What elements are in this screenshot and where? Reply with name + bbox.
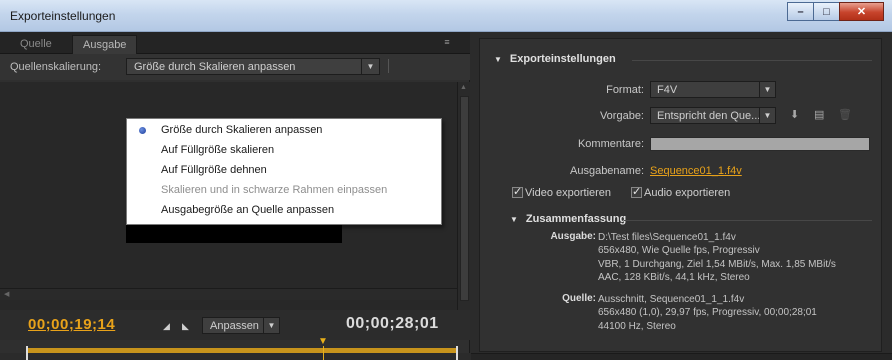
menu-item[interactable]: Größe durch Skalieren anpassen bbox=[127, 121, 441, 141]
selected-bullet-icon bbox=[139, 127, 146, 134]
scroll-thumb[interactable] bbox=[460, 96, 469, 301]
tab-output[interactable]: Ausgabe bbox=[72, 35, 138, 54]
scroll-up-icon[interactable]: ▲ bbox=[460, 84, 467, 91]
summary-output-value: D:\Test files\Sequence01_1.f4v 656x480, … bbox=[598, 232, 836, 283]
checkbox-label: Audio exportieren bbox=[644, 187, 731, 199]
timeline-track bbox=[0, 353, 470, 360]
summary-source-value: Ausschnitt, Sequence01_1_1.f4v 656x480 (… bbox=[598, 294, 817, 332]
menu-item-label: Ausgabegröße an Quelle anpassen bbox=[161, 204, 335, 216]
current-timecode[interactable]: 00;00;19;14 bbox=[28, 316, 115, 333]
format-label: Format: bbox=[606, 84, 644, 96]
summary-source-key: Quelle: bbox=[562, 293, 596, 304]
scaling-value: Größe durch Skalieren anpassen bbox=[134, 61, 296, 73]
title-bar: Exporteinstellungen – □ ✕ bbox=[0, 0, 892, 32]
checkbox-checked-icon[interactable] bbox=[512, 185, 523, 198]
divider bbox=[388, 59, 389, 73]
collapse-triangle-icon[interactable]: ▼ bbox=[510, 215, 518, 224]
chevron-down-icon: ▼ bbox=[361, 58, 379, 75]
menu-item-label: Auf Füllgröße dehnen bbox=[161, 164, 267, 176]
horizontal-scrollbar[interactable]: ◀ bbox=[0, 288, 457, 300]
output-name-label: Ausgabename: bbox=[570, 165, 644, 177]
export-settings-header[interactable]: ▼ Exporteinstellungen bbox=[494, 53, 616, 65]
tab-source[interactable]: Quelle bbox=[10, 35, 62, 54]
scaling-label: Quellenskalierung: bbox=[10, 61, 102, 73]
export-audio-checkbox[interactable]: Audio exportieren bbox=[631, 185, 731, 199]
menu-item-label: Größe durch Skalieren anpassen bbox=[161, 124, 323, 136]
maximize-button[interactable]: □ bbox=[813, 2, 840, 21]
scaling-row: Quellenskalierung: Größe durch Skalieren… bbox=[0, 54, 470, 80]
chevron-down-icon: ▼ bbox=[759, 107, 775, 124]
section-divider bbox=[624, 220, 872, 221]
checkbox-label: Video exportieren bbox=[525, 187, 612, 199]
scroll-left-icon[interactable]: ◀ bbox=[4, 290, 9, 298]
window-title: Exporteinstellungen bbox=[10, 9, 116, 23]
checkbox-checked-icon[interactable] bbox=[631, 185, 642, 198]
menu-item-disabled: Skalieren und in schwarze Rahmen einpass… bbox=[127, 181, 441, 201]
export-video-checkbox[interactable]: Video exportieren bbox=[512, 185, 612, 199]
format-dropdown[interactable]: F4V ▼ bbox=[650, 81, 776, 98]
out-point-marker[interactable] bbox=[456, 346, 458, 360]
playhead-line bbox=[323, 346, 324, 360]
scaling-dropdown[interactable]: Größe durch Skalieren anpassen ▼ bbox=[126, 58, 380, 75]
mark-out-icon[interactable]: ◣ bbox=[182, 321, 189, 332]
section-title: Zusammenfassung bbox=[525, 213, 627, 225]
in-point-marker[interactable] bbox=[26, 346, 28, 360]
fit-value: Anpassen bbox=[210, 320, 259, 332]
menu-item[interactable]: Auf Füllgröße dehnen bbox=[127, 161, 441, 181]
vertical-scrollbar[interactable]: ▲ ▼ bbox=[457, 82, 470, 320]
menu-item-label: Skalieren und in schwarze Rahmen einpass… bbox=[161, 184, 388, 196]
format-value: F4V bbox=[657, 84, 678, 96]
close-button[interactable]: ✕ bbox=[839, 2, 884, 21]
mark-in-icon[interactable]: ◢ bbox=[163, 321, 170, 332]
chevron-down-icon: ▼ bbox=[759, 81, 775, 98]
tab-bar: Quelle Ausgabe ≡ bbox=[0, 32, 470, 54]
comments-label: Kommentare: bbox=[577, 138, 644, 150]
preset-dropdown[interactable]: Entspricht den Que... ▼ bbox=[650, 107, 776, 124]
window-controls: – □ ✕ bbox=[787, 2, 884, 21]
menu-item-label: Auf Füllgröße skalieren bbox=[161, 144, 275, 156]
section-title: Exporteinstellungen bbox=[509, 53, 616, 65]
minimize-button[interactable]: – bbox=[787, 2, 814, 21]
delete-preset-icon: 🗑 bbox=[838, 109, 852, 121]
timeline-ruler[interactable] bbox=[26, 348, 458, 353]
comments-field[interactable] bbox=[650, 137, 870, 151]
panel-menu-icon[interactable]: ≡ bbox=[438, 36, 456, 49]
summary-header[interactable]: ▼ Zusammenfassung bbox=[510, 213, 626, 225]
summary-output-key: Ausgabe: bbox=[550, 231, 596, 242]
export-settings-panel: ▼ Exporteinstellungen Format: F4V ▼ Vorga… bbox=[479, 38, 882, 352]
menu-item[interactable]: Auf Füllgröße skalieren bbox=[127, 141, 441, 161]
output-name-link[interactable]: Sequence01_1.f4v bbox=[650, 165, 742, 177]
section-divider bbox=[632, 60, 872, 61]
chevron-down-icon: ▼ bbox=[263, 317, 279, 334]
duration-timecode: 00;00;28;01 bbox=[346, 315, 439, 332]
collapse-triangle-icon[interactable]: ▼ bbox=[494, 55, 502, 64]
import-preset-icon[interactable]: ▤ bbox=[814, 108, 824, 121]
save-preset-icon[interactable]: ⬇ bbox=[790, 108, 799, 121]
settings-pane: ▼ Exporteinstellungen Format: F4V ▼ Vorga… bbox=[471, 32, 892, 360]
fit-dropdown[interactable]: Anpassen ▼ bbox=[202, 317, 280, 334]
bottom-tab-strip bbox=[471, 353, 892, 360]
menu-item[interactable]: Ausgabegröße an Quelle anpassen bbox=[127, 201, 441, 221]
scaling-menu: Größe durch Skalieren anpassen Auf Füllg… bbox=[126, 118, 442, 225]
preset-label: Vorgabe: bbox=[599, 110, 644, 122]
preset-value: Entspricht den Que... bbox=[657, 110, 761, 122]
